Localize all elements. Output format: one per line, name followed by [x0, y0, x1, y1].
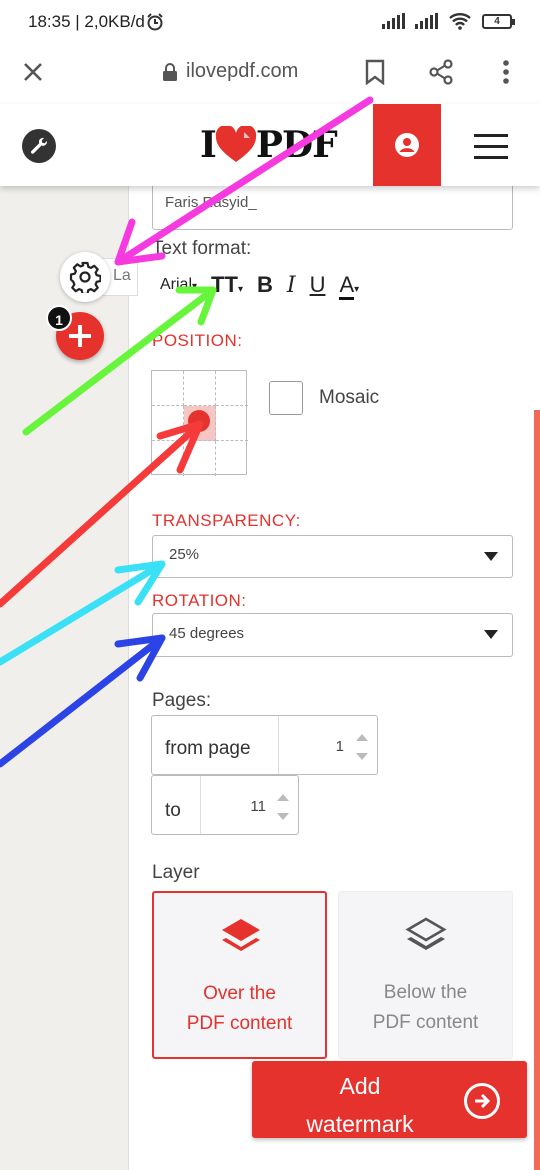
position-grid[interactable] — [151, 370, 248, 476]
layer-below-text-1: Below the — [383, 982, 468, 1003]
text-format-label: Text format: — [152, 238, 252, 259]
user-button[interactable] — [373, 104, 441, 186]
font-select[interactable]: Arial▾ — [160, 276, 197, 294]
layer-below-text-2: PDF content — [372, 1012, 479, 1033]
rotation-label: ROTATION: — [152, 591, 247, 610]
layers-icon — [222, 919, 260, 951]
transparency-value: 25% — [169, 546, 200, 563]
from-page-label: from page — [165, 738, 251, 759]
position-bottom-left[interactable] — [152, 441, 184, 476]
user-icon — [395, 133, 419, 157]
position-bottom-right[interactable] — [216, 441, 248, 476]
submit-label-1: Add — [339, 1073, 381, 1099]
position-middle-left[interactable] — [152, 406, 184, 441]
battery-icon: 4 — [482, 13, 515, 29]
text-format-toolbar: Arial▾ TT▾ B I U A▾ — [160, 272, 359, 300]
submit-label-2: watermark — [306, 1111, 414, 1137]
bookmark-icon[interactable] — [364, 59, 386, 85]
lock-icon — [163, 62, 177, 81]
bold-button[interactable]: B — [257, 272, 273, 298]
menu-icon[interactable] — [474, 134, 508, 159]
position-bottom-center[interactable] — [184, 441, 216, 476]
layer-over-option[interactable]: Over the PDF content — [152, 891, 327, 1059]
from-page-input[interactable]: 1 — [278, 716, 378, 774]
file-count-badge: 1 — [46, 305, 72, 331]
signal-icon-2 — [415, 13, 438, 29]
position-center[interactable] — [184, 406, 216, 441]
to-page-input[interactable]: 11 — [200, 776, 299, 834]
layer-below-option[interactable]: Below the PDF content — [338, 891, 513, 1059]
scrollbar[interactable] — [534, 410, 540, 1170]
spinner-icon[interactable] — [356, 734, 368, 760]
position-label: POSITION: — [152, 331, 243, 350]
text-size-button[interactable]: TT▾ — [211, 272, 243, 298]
mosaic-label: Mosaic — [319, 387, 380, 408]
wrench-icon — [31, 137, 47, 154]
heart-icon — [215, 126, 257, 162]
position-top-left[interactable] — [152, 371, 184, 406]
ilovepdf-logo[interactable]: I PDF — [200, 124, 338, 166]
status-time: 18:35 | 2,0KB/d — [28, 12, 145, 31]
position-top-right[interactable] — [216, 371, 248, 406]
arrow-right-icon — [464, 1083, 500, 1119]
position-selected-dot — [188, 410, 210, 432]
url-text: ilovepdf.com — [186, 60, 299, 82]
signal-icon — [382, 13, 405, 29]
site-header: I PDF — [0, 104, 540, 186]
alarm-icon — [147, 13, 163, 31]
mosaic-checkbox[interactable] — [269, 381, 303, 415]
position-middle-right[interactable] — [216, 406, 248, 441]
layers-icon — [405, 917, 447, 950]
status-bar: 18:35 | 2,0KB/d 4 — [0, 0, 540, 44]
transparency-select[interactable]: 25% — [152, 535, 513, 578]
settings-button[interactable] — [60, 252, 110, 302]
position-top-center[interactable] — [184, 371, 216, 406]
spinner-icon[interactable] — [277, 794, 289, 820]
layer-label: Layer — [152, 862, 200, 883]
add-watermark-button[interactable]: Add watermark — [252, 1061, 527, 1138]
transparency-label: TRANSPARENCY: — [152, 511, 301, 530]
browser-toolbar: ilovepdf.com — [0, 44, 540, 102]
close-icon[interactable] — [22, 61, 44, 83]
rotation-select[interactable]: 45 degrees — [152, 613, 513, 657]
layer-over-text-2: PDF content — [186, 1013, 293, 1034]
chevron-down-icon — [484, 630, 498, 639]
from-page-group: from page 1 — [151, 715, 378, 775]
gear-icon — [69, 261, 101, 293]
to-page-group: to 11 — [151, 775, 299, 835]
rotation-value: 45 degrees — [169, 625, 245, 642]
underline-button[interactable]: U — [310, 272, 326, 298]
share-icon[interactable] — [428, 59, 454, 85]
to-page-label: to — [165, 800, 181, 821]
address-bar[interactable]: ilovepdf.com — [162, 60, 298, 83]
italic-button[interactable]: I — [287, 273, 296, 298]
more-options-icon[interactable] — [502, 59, 510, 85]
layer-over-text-1: Over the — [203, 983, 276, 1004]
tools-button[interactable] — [22, 129, 56, 163]
wifi-icon — [449, 13, 471, 30]
pages-label: Pages: — [152, 690, 212, 711]
font-color-button[interactable]: A▾ — [339, 272, 359, 300]
chevron-down-icon — [484, 552, 498, 561]
